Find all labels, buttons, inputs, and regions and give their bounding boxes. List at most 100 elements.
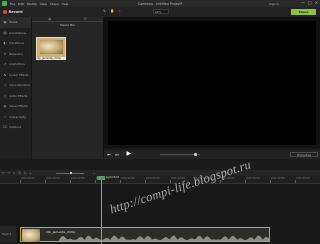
zoom-in-icon[interactable]: + bbox=[29, 171, 32, 175]
menu-share[interactable]: Share bbox=[50, 2, 59, 6]
sidebar-item-label: Voice Narration bbox=[9, 83, 31, 88]
ruler-tick-label: 0:00:40;00 bbox=[121, 176, 135, 180]
title-bar: File Edit Modify View Share Help Camtasi… bbox=[0, 0, 320, 7]
scrub-bar[interactable] bbox=[160, 153, 200, 156]
canvas-area bbox=[104, 17, 320, 148]
ruler-tick bbox=[95, 180, 96, 183]
ruler-tick-label: 0:01:30;00 bbox=[246, 176, 260, 180]
ruler-tick-label: 0:00:50;00 bbox=[146, 176, 160, 180]
menu-bar: File Edit Modify View Share Help bbox=[10, 2, 68, 6]
sidebar-item-media[interactable]: ▣ Media bbox=[0, 17, 31, 28]
paste-icon[interactable]: ⎗ bbox=[24, 171, 26, 175]
properties-button[interactable]: Properties bbox=[290, 151, 318, 157]
sidebar-item-voice-narration[interactable]: ♪ Voice Narration bbox=[0, 80, 31, 91]
ruler-tick-label: 0:00:00;00 bbox=[21, 176, 35, 180]
playhead-line bbox=[101, 180, 102, 244]
sidebar-item-label: Behaviors bbox=[9, 51, 23, 56]
ruler-tick bbox=[295, 180, 296, 183]
canvas-tools: ⬉ ✋ ⌗ bbox=[103, 9, 121, 13]
film-icon: ▣ bbox=[3, 20, 7, 25]
ruler-tick bbox=[20, 180, 21, 183]
sidebar-item-label: Annotations bbox=[9, 30, 26, 35]
app-logo-icon bbox=[2, 1, 7, 6]
scrub-handle[interactable] bbox=[194, 153, 197, 156]
audio-icon: ♫ bbox=[3, 93, 7, 98]
crop-tool-icon[interactable]: ⌗ bbox=[119, 9, 121, 13]
ruler-tick-label: 0:00:10;00 bbox=[46, 176, 60, 180]
track-header[interactable]: Track 1 bbox=[0, 226, 18, 243]
pointer-tool-icon[interactable]: ⬉ bbox=[103, 9, 106, 13]
ruler-tick-label: 0:00:30;00 bbox=[96, 176, 110, 180]
menu-modify[interactable]: Modify bbox=[27, 2, 37, 6]
menu-file[interactable]: File bbox=[10, 2, 15, 6]
menu-view[interactable]: View bbox=[40, 2, 47, 6]
interactivity-icon: ☝ bbox=[4, 114, 6, 119]
sidebar-item-visual-effects[interactable]: ◍ Visual Effects bbox=[0, 101, 31, 112]
share-button[interactable]: Share bbox=[291, 8, 316, 15]
undo-icon[interactable]: ↶ bbox=[2, 171, 5, 175]
animation-icon: ➚ bbox=[3, 62, 7, 67]
sidebar-item-annotations[interactable]: ▤ Annotations bbox=[0, 28, 31, 39]
cut-icon[interactable]: ✂ bbox=[13, 171, 16, 175]
record-label: Record bbox=[8, 10, 23, 14]
ruler-tick bbox=[70, 180, 71, 183]
sidebar-item-transitions[interactable]: ◧ Transitions bbox=[0, 38, 31, 49]
ruler-tick bbox=[120, 180, 121, 183]
sidebar-item-captions[interactable]: CC Captions bbox=[0, 122, 31, 133]
audio-waveform bbox=[59, 235, 269, 241]
sidebar-item-behaviors[interactable]: ✦ Behaviors bbox=[0, 49, 31, 60]
sidebar-item-label: Media bbox=[9, 20, 18, 25]
maximize-icon[interactable]: □ bbox=[308, 1, 312, 5]
clip-label: clip_jamenta_chrtip bbox=[46, 230, 76, 234]
sidebar-item-cursor-effects[interactable]: ⬉ Cursor Effects bbox=[0, 70, 31, 81]
sidebar-item-audio-effects[interactable]: ♫ Audio Effects bbox=[0, 91, 31, 102]
zoom-out-icon[interactable]: − bbox=[93, 171, 96, 175]
redo-icon[interactable]: ↷ bbox=[8, 171, 11, 175]
sidebar-item-label: Interactivity bbox=[9, 114, 26, 119]
tools-sidebar: ▣ Media ▤ Annotations ◧ Transitions ✦ Be… bbox=[0, 17, 32, 159]
clip-thumbnail bbox=[22, 229, 40, 242]
list-view-icon[interactable]: ☰ bbox=[68, 17, 104, 21]
record-icon bbox=[3, 10, 7, 14]
sidebar-item-interactivity[interactable]: ☝ Interactivity bbox=[0, 112, 31, 123]
window-title: Camtasia - Untitled Project* bbox=[138, 1, 183, 6]
timeline-ruler[interactable]: 0:00:26;18 0:00:00;00 0:00:10;00 0:00:20;0… bbox=[0, 176, 320, 184]
step-back-icon[interactable]: ⏮ bbox=[107, 152, 111, 157]
media-clip-name: clip_jamenta_chrtip bbox=[36, 57, 66, 61]
ruler-tick bbox=[145, 180, 146, 183]
zoom-select[interactable]: 62% bbox=[153, 9, 169, 14]
copy-icon[interactable]: ⎘ bbox=[19, 171, 21, 175]
ruler-tick-label: 0:00:20;00 bbox=[71, 176, 85, 180]
ruler-tick-label: 0:01:40;00 bbox=[271, 176, 285, 180]
menu-edit[interactable]: Edit bbox=[18, 2, 24, 6]
media-thumbnail[interactable] bbox=[36, 37, 66, 58]
sidebar-item-label: Cursor Effects bbox=[9, 72, 29, 77]
step-forward-icon[interactable]: ⏭ bbox=[115, 152, 119, 157]
pan-tool-icon[interactable]: ✋ bbox=[110, 9, 114, 13]
ruler-tick bbox=[45, 180, 46, 183]
visual-icon: ◍ bbox=[3, 104, 7, 109]
sidebar-item-animations[interactable]: ➚ Animations bbox=[0, 59, 31, 70]
sidebar-item-label: Audio Effects bbox=[9, 93, 28, 98]
ruler-tick-label: 0:01:50;00 bbox=[296, 176, 310, 180]
sidebar-item-label: Animations bbox=[9, 62, 25, 67]
transition-icon: ◧ bbox=[3, 41, 7, 46]
preview-canvas[interactable] bbox=[108, 21, 316, 145]
play-button[interactable]: ▶ bbox=[127, 151, 133, 157]
zoom-slider-handle[interactable] bbox=[70, 171, 72, 174]
sidebar-item-label: Captions bbox=[9, 125, 22, 130]
timeline-zoom-slider[interactable] bbox=[56, 171, 84, 174]
timeline-clip[interactable]: clip_jamenta_chrtip bbox=[20, 227, 270, 242]
cursor-icon: ⬉ bbox=[3, 72, 7, 77]
grid-view-icon[interactable]: ▤ bbox=[32, 17, 68, 21]
minimize-icon[interactable]: — bbox=[301, 1, 305, 5]
sign-in-link[interactable]: Sign In bbox=[269, 2, 279, 6]
library-icon: ▤ bbox=[3, 30, 7, 35]
thumbnail-image bbox=[40, 40, 63, 54]
media-bin-panel: ▤ ☰ Media Bin clip_jamenta_chrtip bbox=[32, 17, 104, 159]
record-button[interactable]: Record bbox=[3, 10, 23, 14]
menu-help[interactable]: Help bbox=[62, 2, 69, 6]
main-toolbar: Record ⬉ ✋ ⌗ 62% Share bbox=[0, 7, 320, 17]
sidebar-item-label: Visual Effects bbox=[9, 104, 28, 109]
close-icon[interactable]: ✕ bbox=[315, 1, 318, 5]
